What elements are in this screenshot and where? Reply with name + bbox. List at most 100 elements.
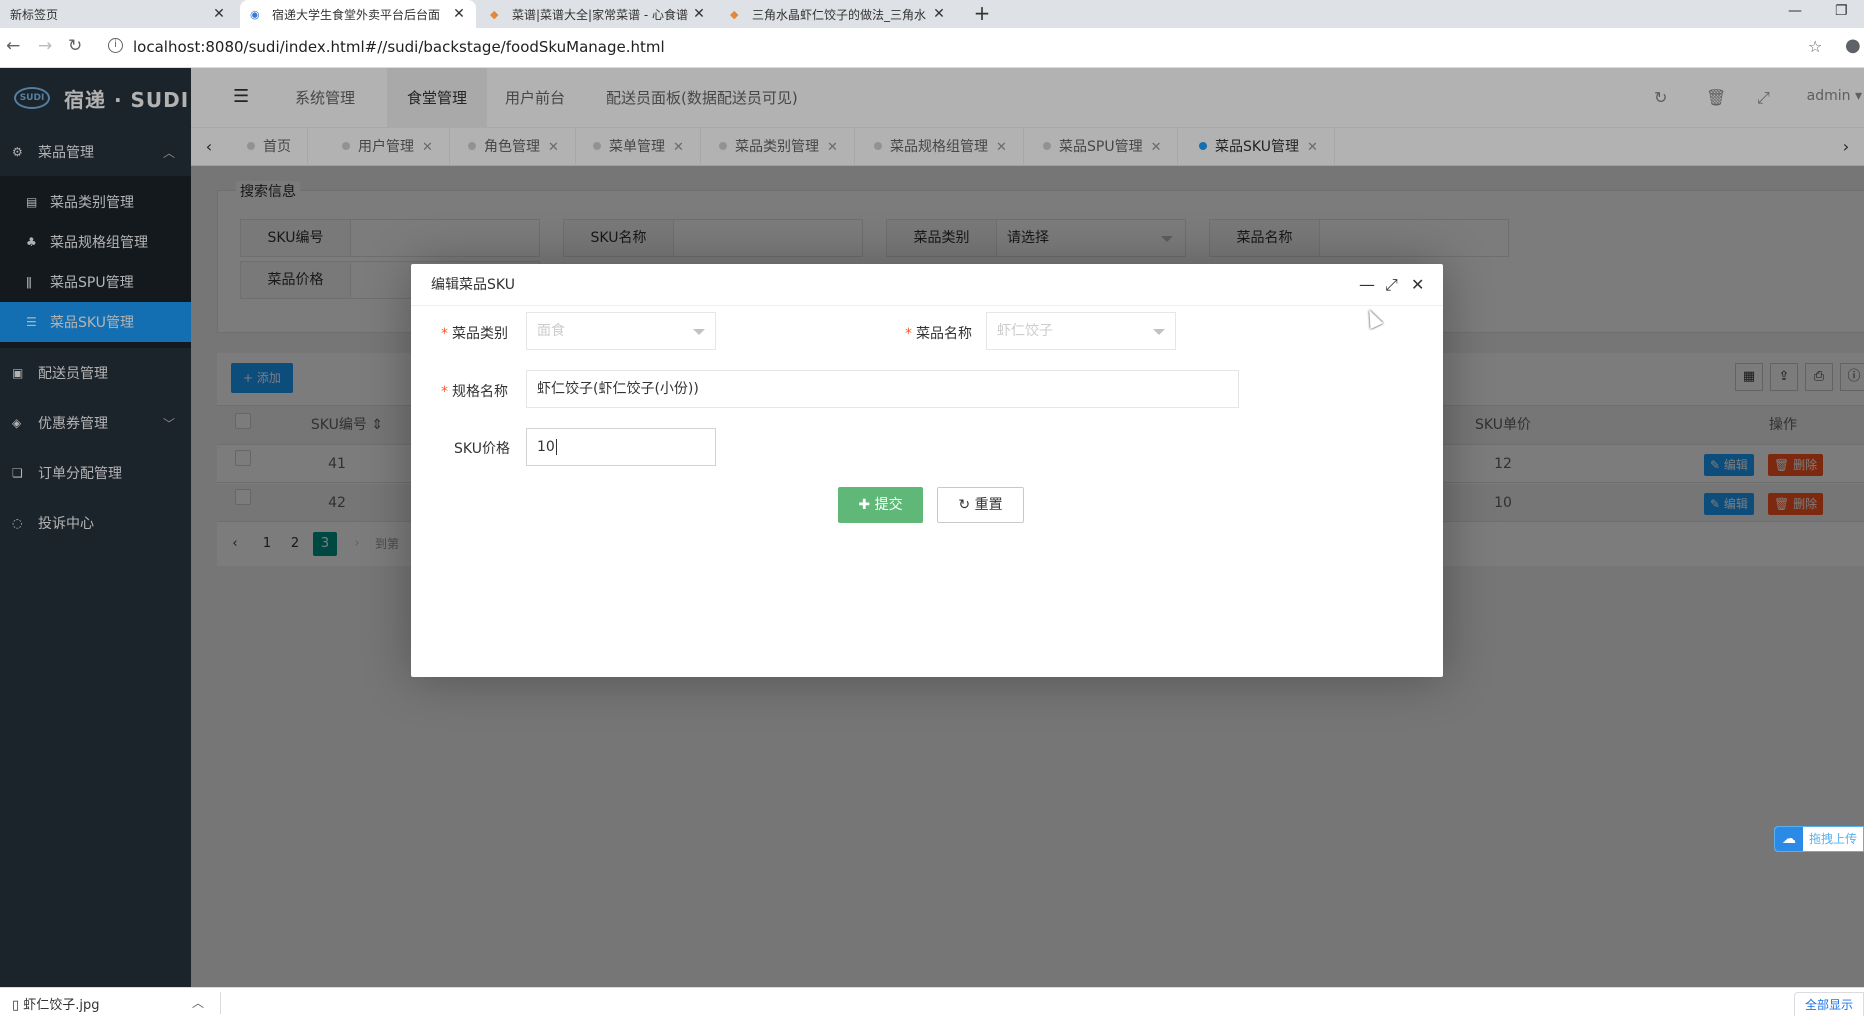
trash-icon[interactable]: 🗑 [1706,88,1726,107]
close-icon[interactable]: ✕ [827,140,838,155]
food-name-select[interactable]: 虾仁饺子 [986,312,1176,350]
cutlery-icon: ǁ [26,275,32,289]
header-nav-delivery-panel[interactable]: 配送员面板(数据配送员可见) [586,68,818,128]
close-icon[interactable]: ✕ [932,6,946,22]
app-logo[interactable]: SUDI 宿递 · SUDI [0,68,191,128]
page-tab-label: 用户管理 [358,139,414,155]
label-text: 菜品名称 [916,326,972,342]
minimize-icon[interactable]: — [1359,264,1375,306]
restore-window-button[interactable]: ❐ [1835,0,1848,24]
download-file-name: 虾仁饺子.jpg [23,998,100,1013]
page-tab-label: 角色管理 [484,139,540,155]
close-icon[interactable]: ✕ [1151,140,1162,155]
refresh-icon[interactable]: ↻ [1654,88,1667,107]
minimize-window-button[interactable]: — [1788,0,1802,24]
new-tab-button[interactable]: + [968,0,996,28]
header-nav-canteen[interactable]: 食堂管理 [387,68,488,128]
browser-tab-title: 宿递大学生食堂外卖平台后台面 [272,7,441,22]
label-text: 规格名称 [452,384,508,400]
download-item[interactable]: ▯ 虾仁饺子.jpg [12,994,100,1013]
select-value: 虾仁饺子 [997,323,1053,339]
logo-text: 宿递 · SUDI [64,87,190,112]
sku-price-input[interactable]: 10 [526,428,716,466]
sidebar-group-complaint[interactable]: ◌ 投诉中心 [0,498,191,548]
browser-tab[interactable]: ◆ 三角水晶虾仁饺子的做法_三角水 ✕ [720,0,956,28]
site-favicon-icon: ◆ [490,7,499,21]
header-nav-system[interactable]: 系统管理 [275,68,375,128]
page-tab-home[interactable]: 首页 [227,128,308,166]
sidebar: SUDI 宿递 · SUDI ⚙ 菜品管理 ︿ ▤ 菜品类别管理 ♣ 菜品规格组… [0,68,191,987]
gears-icon: ⚙ [12,145,23,159]
sidebar-group-label: 投诉中心 [38,516,94,532]
price-label: SKU价格 [454,441,510,457]
spec-name-input[interactable]: 虾仁饺子(虾仁饺子(小份)) [526,370,1239,408]
chevron-up-icon[interactable]: ︿ [192,994,204,1011]
profile-avatar-icon[interactable]: ● [1845,35,1861,56]
fullscreen-icon[interactable]: ⤢ [1757,88,1770,108]
sidebar-group-food[interactable]: ⚙ 菜品管理 ︿ [0,128,191,176]
sidebar-item-sku[interactable]: ☰ 菜品SKU管理 [0,302,191,342]
chevron-down-icon [693,329,705,341]
close-icon[interactable]: ✕ [996,140,1007,155]
page-tab-spec-group[interactable]: 菜品规格组管理 ✕ [854,128,1024,166]
tabs-scroll-right-icon[interactable]: › [1828,128,1864,166]
sidebar-group-label: 菜品管理 [38,145,94,161]
sidebar-group-coupon[interactable]: ◈ 优惠券管理 ﹀ [0,398,191,448]
info-icon[interactable]: i [108,38,123,53]
logo-badge: SUDI [14,87,50,109]
page-tab-category[interactable]: 菜品类别管理 ✕ [699,128,855,166]
input-value: 10 [537,439,555,455]
sidebar-item-category[interactable]: ▤ 菜品类别管理 [0,182,191,222]
menu-toggle-icon[interactable]: ☰ [233,86,249,107]
browser-tab[interactable]: 新标签页 ✕ [0,0,236,28]
page-tab-sku[interactable]: 菜品SKU管理 ✕ [1179,128,1335,166]
label-text: 菜品类别 [452,326,508,342]
sidebar-group-order[interactable]: ❏ 订单分配管理 [0,448,191,498]
page-tab-role[interactable]: 角色管理 ✕ [448,128,576,166]
close-icon[interactable]: ✕ [1307,140,1318,155]
show-all-button[interactable]: 全部显示 [1793,992,1864,1016]
sidebar-item-spec-group[interactable]: ♣ 菜品规格组管理 [0,222,191,262]
page-tab-label: 菜品类别管理 [735,139,819,155]
sidebar-item-spu[interactable]: ǁ 菜品SPU管理 [0,262,191,302]
close-icon[interactable]: ✕ [452,6,466,22]
tabs-scroll-left-icon[interactable]: ‹ [191,128,227,166]
browser-tab-title: 新标签页 [10,7,59,22]
page-tab-menu[interactable]: 菜单管理 ✕ [573,128,701,166]
close-icon[interactable]: ✕ [1411,264,1424,306]
sidebar-item-label: 菜品SPU管理 [50,275,134,291]
upload-widget[interactable]: ☁ 拖拽上传 [1774,826,1864,852]
sidebar-item-label: 菜品SKU管理 [50,315,134,331]
sidebar-group-delivery[interactable]: ▣ 配送员管理 [0,348,191,398]
browser-tab[interactable]: ◆ 菜谱|菜谱大全|家常菜谱 - 心食谱 ✕ [480,0,716,28]
page-tab-user[interactable]: 用户管理 ✕ [322,128,450,166]
chevron-down-icon [1153,329,1165,341]
header-nav-user-front[interactable]: 用户前台 [485,68,585,128]
briefcase-icon: ▣ [12,366,24,380]
submit-button[interactable]: ✚ 提交 [838,487,923,523]
category-select[interactable]: 面食 [526,312,716,350]
chevron-up-icon: ︿ [162,145,175,160]
page-tab-spu[interactable]: 菜品SPU管理 ✕ [1023,128,1179,166]
close-icon[interactable]: ✕ [548,140,559,155]
url-field[interactable]: localhost:8080/sudi/index.html#//sudi/ba… [133,38,665,56]
bookmark-star-icon[interactable]: ☆ [1808,37,1822,56]
user-name: admin [1806,88,1851,104]
reset-button[interactable]: ↻ 重置 [937,487,1024,523]
close-icon[interactable]: ✕ [673,140,684,155]
reload-icon[interactable]: ↻ [68,36,82,56]
close-icon[interactable]: ✕ [422,140,433,155]
browser-tab-active[interactable]: ◉ 宿递大学生食堂外卖平台后台面 ✕ [240,0,476,28]
sitemap-icon: ♣ [26,235,37,249]
cloud-icon: ☁ [1775,827,1803,851]
maximize-icon[interactable]: ⤢ [1385,264,1398,306]
back-arrow-icon[interactable]: ← [6,36,20,56]
sidebar-item-label: 菜品规格组管理 [50,235,148,251]
forward-arrow-icon[interactable]: → [38,36,52,56]
user-menu[interactable]: admin ▾ [1807,88,1862,104]
close-icon[interactable]: ✕ [692,6,706,22]
sidebar-group-label: 订单分配管理 [38,466,122,482]
browser-tab-strip: 新标签页 ✕ ◉ 宿递大学生食堂外卖平台后台面 ✕ ◆ 菜谱|菜谱大全|家常菜谱… [0,0,1864,28]
close-icon[interactable]: ✕ [212,6,226,22]
copy-icon: ❏ [12,466,23,480]
